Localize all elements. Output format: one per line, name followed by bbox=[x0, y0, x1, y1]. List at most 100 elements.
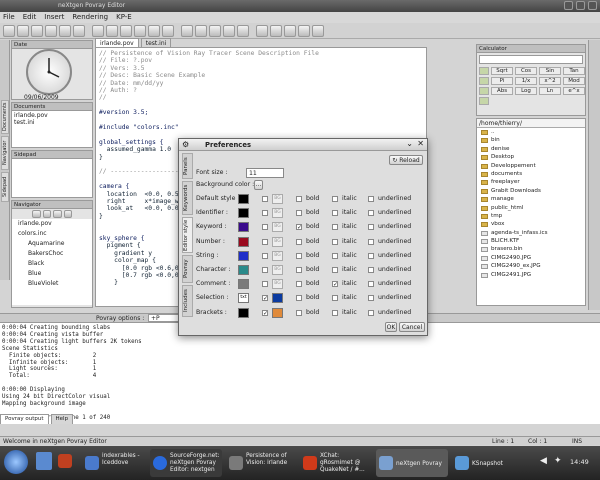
calc-key[interactable]: Mod bbox=[563, 77, 585, 85]
nav-color[interactable]: Aquamarine bbox=[18, 239, 92, 249]
background-enable-checkbox[interactable] bbox=[262, 252, 268, 259]
italic-checkbox[interactable] bbox=[332, 238, 338, 245]
reload-button[interactable]: ↻ Reload bbox=[389, 155, 423, 165]
ok-button[interactable]: OK bbox=[385, 322, 397, 332]
underlined-checkbox[interactable] bbox=[368, 267, 374, 273]
underlined-checkbox[interactable] bbox=[368, 295, 374, 302]
toolbar-button[interactable] bbox=[223, 25, 235, 37]
document-item[interactable]: test.ini bbox=[14, 119, 90, 126]
minimize-button[interactable] bbox=[564, 1, 573, 10]
toolbar-button[interactable] bbox=[73, 25, 85, 37]
calc-key[interactable] bbox=[479, 97, 489, 105]
toolbar-button[interactable] bbox=[162, 25, 174, 37]
calc-key[interactable]: Tan bbox=[563, 67, 585, 75]
nav-color[interactable]: Black bbox=[18, 259, 92, 269]
tray-volume-icon[interactable]: ◀ bbox=[540, 456, 547, 466]
calc-key[interactable]: Sqrt bbox=[491, 67, 513, 75]
nav-color[interactable]: Blue bbox=[18, 269, 92, 279]
italic-checkbox[interactable] bbox=[332, 279, 338, 290]
bold-checkbox[interactable] bbox=[296, 210, 302, 217]
file-item[interactable]: documents bbox=[477, 170, 585, 178]
bold-checkbox[interactable] bbox=[296, 267, 302, 273]
nav-file[interactable]: colors.inc bbox=[18, 229, 92, 239]
underlined-checkbox[interactable] bbox=[368, 281, 374, 288]
underlined-checkbox[interactable] bbox=[368, 224, 374, 231]
calc-key[interactable] bbox=[479, 77, 489, 85]
toolbar-button[interactable] bbox=[312, 25, 324, 37]
tab-help[interactable]: Help bbox=[50, 414, 74, 424]
italic-checkbox[interactable] bbox=[332, 309, 338, 316]
toolbar-button[interactable] bbox=[209, 25, 221, 37]
tab-documents[interactable]: Documents bbox=[1, 100, 9, 134]
file-item[interactable]: .. bbox=[477, 128, 585, 136]
toolbar-button[interactable] bbox=[120, 25, 132, 37]
file-item[interactable]: Developpement bbox=[477, 162, 585, 170]
bold-checkbox[interactable] bbox=[296, 196, 302, 202]
tab-sidepad[interactable]: Sidepad bbox=[1, 172, 9, 202]
background-enable-checkbox[interactable] bbox=[262, 224, 268, 231]
menu-edit[interactable]: Edit bbox=[23, 12, 37, 23]
background-enable-checkbox[interactable] bbox=[262, 281, 268, 288]
italic-checkbox[interactable] bbox=[332, 252, 338, 259]
calc-key[interactable]: e^x bbox=[563, 87, 585, 95]
tab-editor-style[interactable]: Editor style bbox=[182, 217, 193, 253]
calc-key[interactable] bbox=[479, 67, 489, 75]
file-item[interactable]: manage bbox=[477, 195, 585, 203]
toolbar-button[interactable] bbox=[92, 25, 104, 37]
toolbar-button[interactable] bbox=[237, 25, 249, 37]
calc-key[interactable]: Sin bbox=[539, 67, 561, 75]
toolbar-button[interactable] bbox=[17, 25, 29, 37]
background-color-swatch[interactable] bbox=[272, 293, 283, 304]
task-ksnapshot[interactable]: KSnapshot bbox=[452, 449, 516, 477]
start-menu-icon[interactable] bbox=[4, 450, 28, 474]
italic-checkbox[interactable] bbox=[332, 224, 338, 231]
foreground-color-swatch[interactable] bbox=[238, 279, 249, 290]
calc-key[interactable]: Abs bbox=[491, 87, 513, 95]
menu-kpe[interactable]: KP-E bbox=[116, 12, 132, 23]
toolbar-button[interactable] bbox=[284, 25, 296, 37]
toolbar-button[interactable] bbox=[3, 25, 15, 37]
italic-checkbox[interactable] bbox=[332, 295, 338, 302]
file-item[interactable]: tmp bbox=[477, 212, 585, 220]
tab-panels[interactable]: Panels bbox=[182, 153, 193, 179]
launcher-icon[interactable] bbox=[58, 454, 72, 468]
underlined-checkbox[interactable] bbox=[368, 196, 374, 202]
italic-checkbox[interactable] bbox=[332, 210, 338, 217]
font-size-spinbox[interactable]: 11 bbox=[246, 168, 284, 178]
tab-navigator[interactable]: Navigator bbox=[1, 136, 9, 170]
file-path[interactable]: /home/thierry/ bbox=[477, 119, 585, 128]
bold-checkbox[interactable] bbox=[296, 281, 302, 288]
bold-checkbox[interactable] bbox=[296, 309, 302, 316]
background-enable-checkbox[interactable] bbox=[262, 293, 268, 304]
toolbar-button[interactable] bbox=[134, 25, 146, 37]
toolbar-button[interactable] bbox=[148, 25, 160, 37]
foreground-color-swatch[interactable] bbox=[238, 222, 249, 233]
underlined-checkbox[interactable] bbox=[368, 238, 374, 245]
maximize-button[interactable] bbox=[576, 1, 585, 10]
file-item[interactable]: BLICH.KTF bbox=[477, 237, 585, 245]
background-enable-checkbox[interactable] bbox=[262, 267, 268, 273]
background-enable-checkbox[interactable] bbox=[262, 210, 268, 217]
background-color-swatch[interactable] bbox=[272, 307, 283, 318]
file-item[interactable]: Desktop bbox=[477, 153, 585, 161]
calc-key[interactable]: 1/x bbox=[515, 77, 537, 85]
calc-key[interactable]: Ln bbox=[539, 87, 561, 95]
cancel-button[interactable]: Cancel bbox=[399, 322, 425, 332]
file-item[interactable]: Grabit Downloads bbox=[477, 187, 585, 195]
task-sourceforge[interactable]: SourceForge.net: neXtgen Povray Editor: … bbox=[150, 449, 222, 477]
file-item[interactable]: vbox bbox=[477, 220, 585, 228]
menu-file[interactable]: File bbox=[3, 12, 15, 23]
foreground-color-swatch[interactable] bbox=[238, 250, 249, 261]
toolbar-button[interactable] bbox=[270, 25, 282, 37]
file-item[interactable]: CIMG2491.JPG bbox=[477, 271, 585, 279]
underlined-checkbox[interactable] bbox=[368, 210, 374, 217]
underlined-checkbox[interactable] bbox=[368, 309, 374, 316]
bold-checkbox[interactable] bbox=[296, 222, 302, 233]
file-item[interactable]: public_html bbox=[477, 204, 585, 212]
toolbar-button[interactable] bbox=[106, 25, 118, 37]
dialog-close-icon[interactable]: ✕ bbox=[417, 139, 424, 148]
desktop-icon[interactable] bbox=[36, 452, 52, 470]
nav-color[interactable]: BlueViolet bbox=[18, 279, 92, 289]
foreground-color-swatch[interactable] bbox=[238, 236, 249, 247]
calc-key[interactable]: x^2 bbox=[539, 77, 561, 85]
